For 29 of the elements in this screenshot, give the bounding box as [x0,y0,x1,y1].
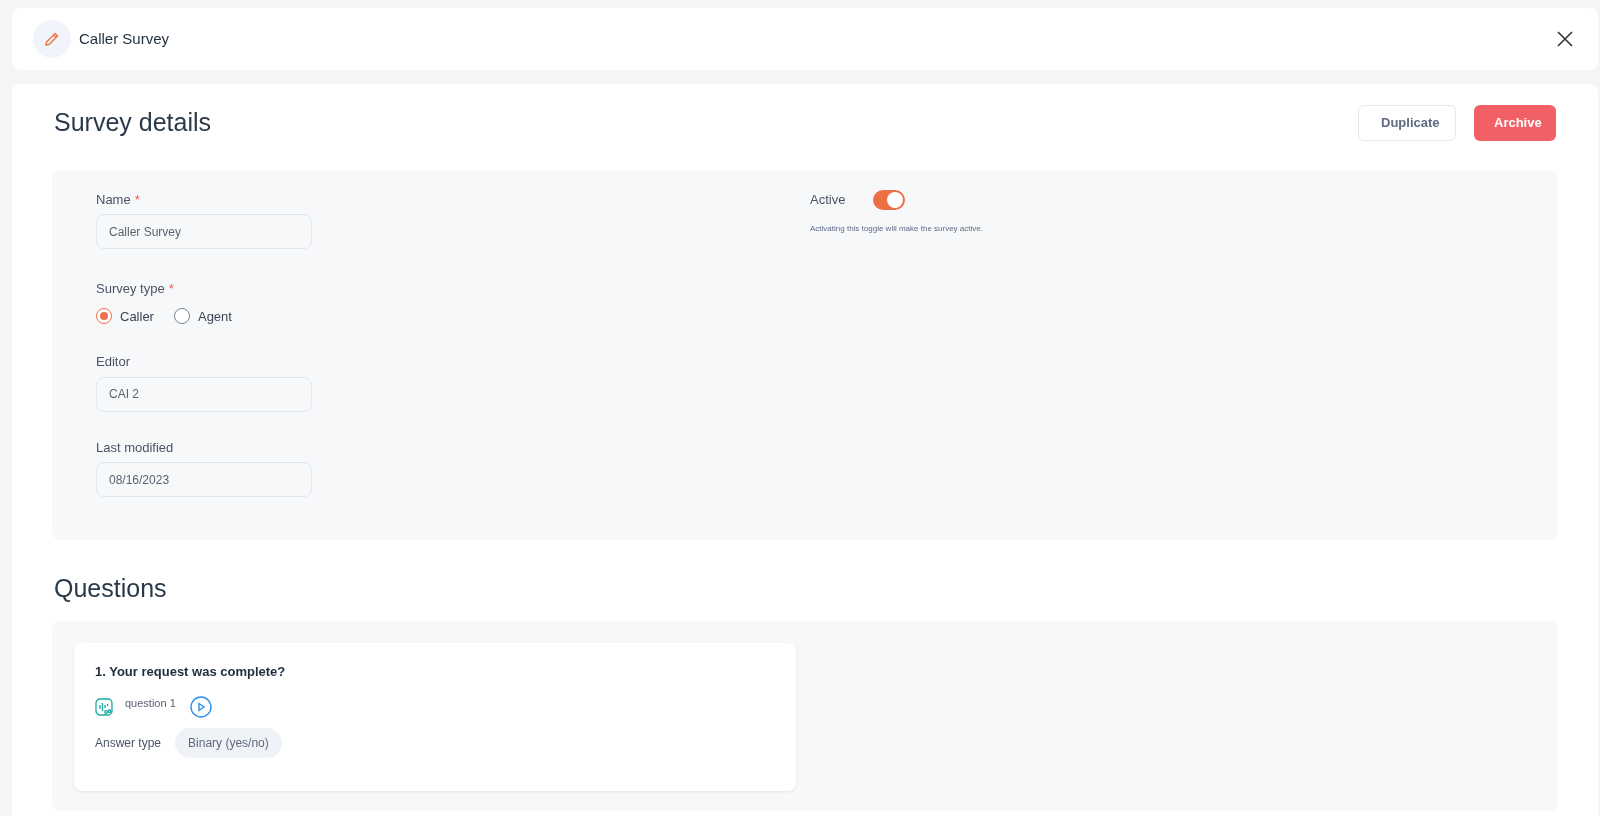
answer-type-label: Answer type [95,734,162,752]
play-icon[interactable] [189,695,212,718]
close-icon[interactable] [1555,29,1575,49]
field-label: Last modified [96,438,174,457]
field-label: Survey type [96,280,165,298]
field-label: Editor [96,353,130,371]
required-asterisk: * [168,280,174,298]
required-asterisk: * [134,190,140,209]
duplicate-button[interactable]: Duplicate [1358,104,1456,141]
archive-button[interactable]: Archive [1474,104,1556,141]
text-field[interactable]: CAI 2 [96,376,312,412]
toggle-switch[interactable] [873,189,906,210]
pencil-icon [33,20,71,58]
radio-option[interactable]: Agent [173,306,232,326]
radio-button[interactable] [96,308,112,325]
toggle-label: Active [810,190,846,209]
header-title: Caller Survey [79,28,170,49]
audio-file-icon [95,697,113,716]
question-title: 1. Your request was complete? [95,663,287,681]
field-label: Name [96,190,131,209]
helper-text: Activating this toggle will make the survey active. [810,222,983,235]
radio-option[interactable]: Caller [96,306,154,326]
text-field[interactable]: 08/16/2023 [96,462,312,497]
section-title: Survey details [54,107,212,138]
answer-type-tag: Binary (yes/no) [175,727,282,758]
audio-file-name: question 1 [125,696,176,712]
text-field[interactable]: Caller Survey [96,214,312,249]
section-title: Questions [54,572,168,604]
radio-button[interactable] [173,308,190,325]
